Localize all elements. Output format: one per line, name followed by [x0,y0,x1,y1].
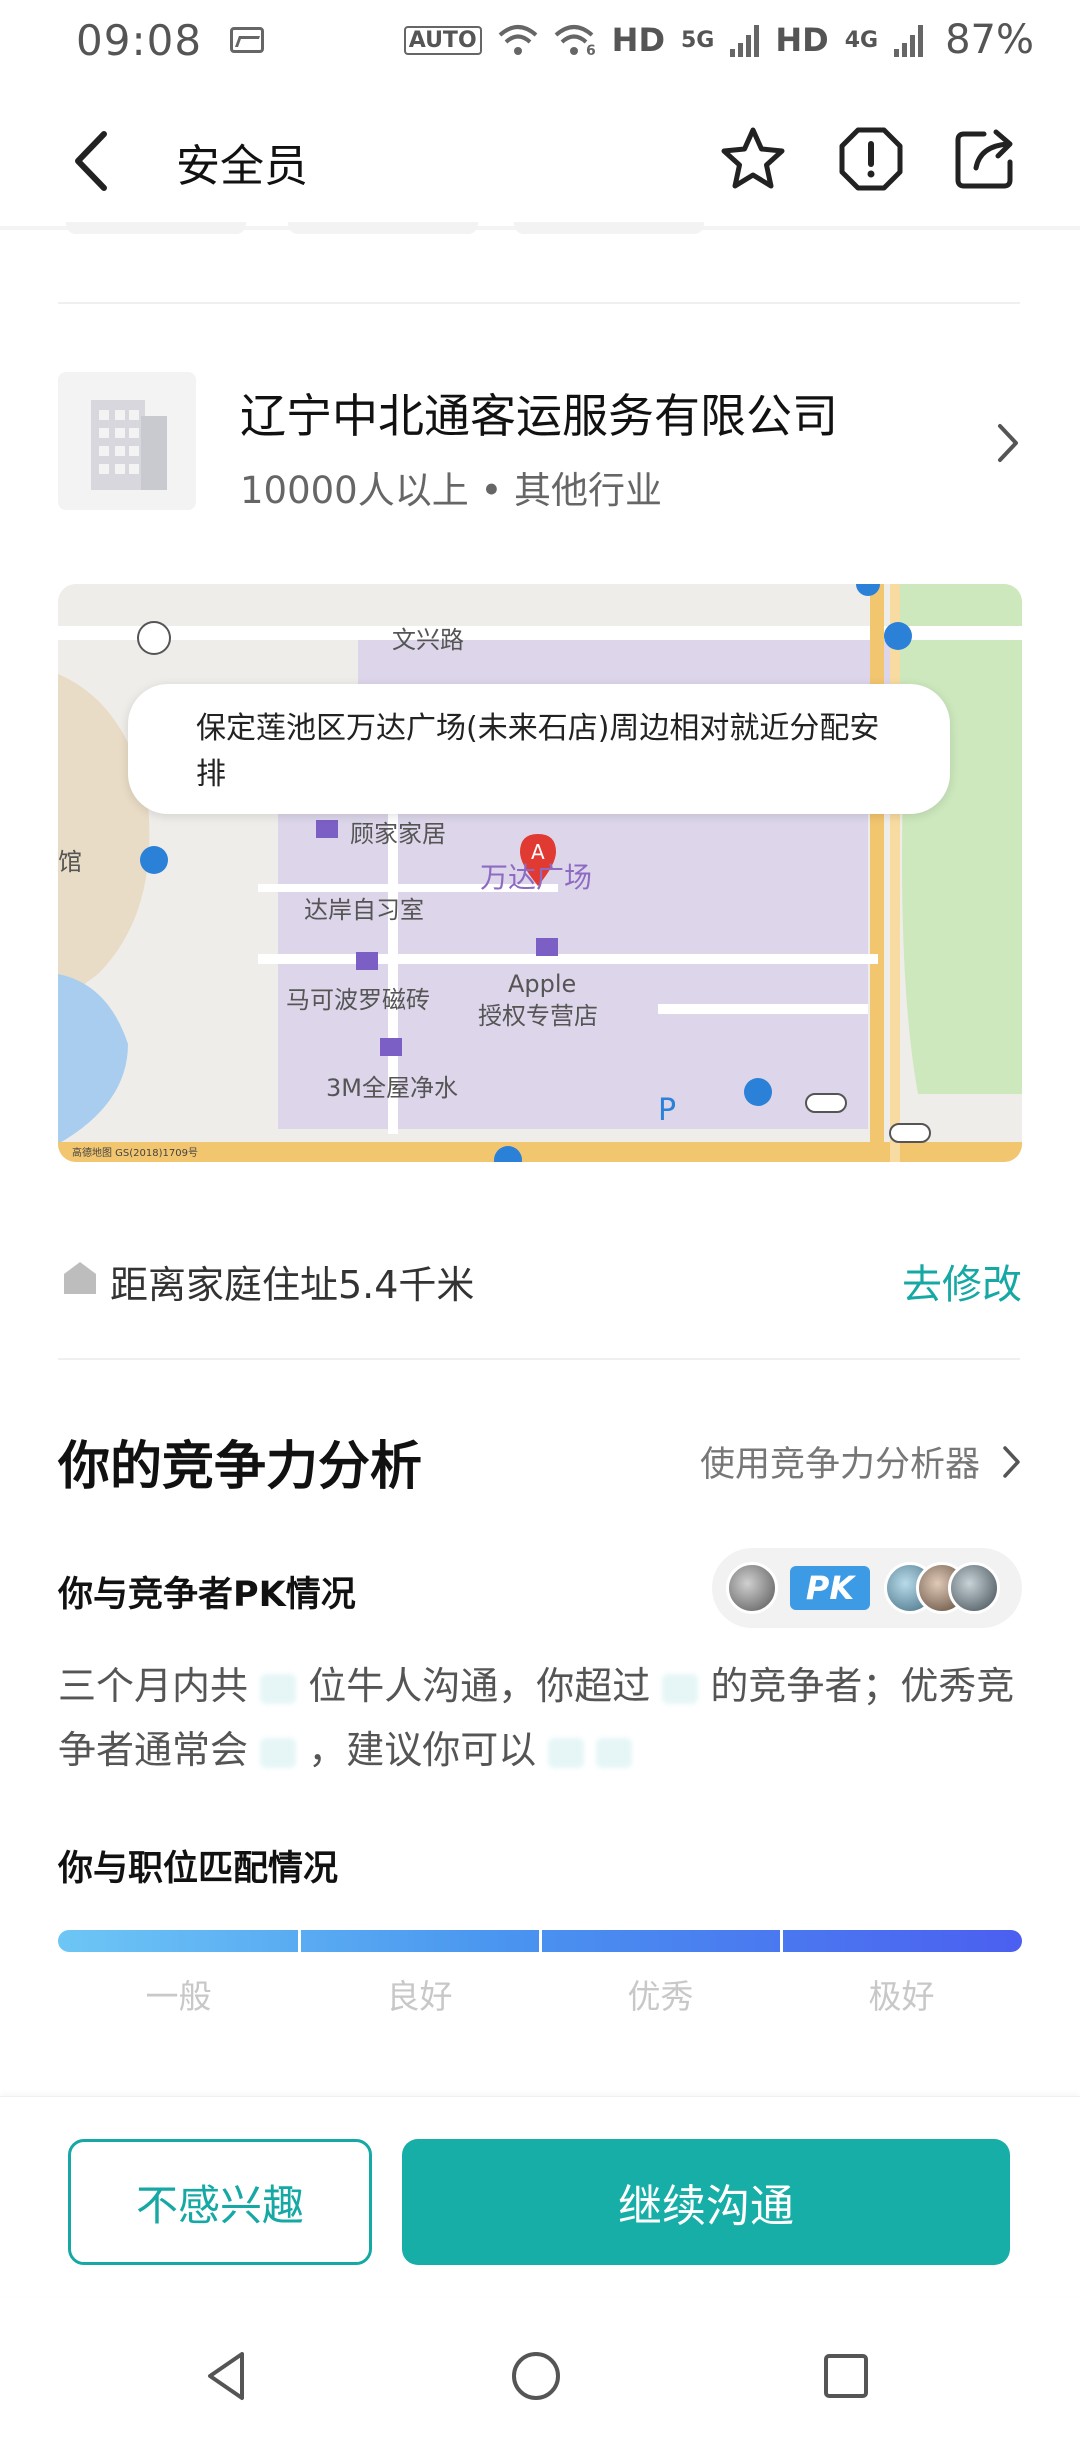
4g-indicator: 4G [844,27,879,53]
match-title: 你与职位匹配情况 [58,1849,339,1889]
5g-indicator: 5G [681,27,715,53]
section-divider-1 [58,302,1020,304]
match-level-3: 优秀 [627,1977,694,2016]
map-label-poi5b: 授权专营店 [478,1002,598,1030]
map-location-bubble: 保定莲池区万达广场(未来石店)周边相对就近分配安排 [128,684,950,814]
tag-pill-3 [514,222,704,234]
avatar [726,1562,778,1614]
nav-home-icon[interactable] [506,2346,566,2406]
svg-text:6: 6 [586,43,596,57]
match-level-bar [58,1930,1022,1952]
blurred-value [596,1737,633,1768]
map-label-poi2: 万达广场 [480,861,593,894]
signal-2-icon [894,23,924,57]
tag-pill-1 [66,222,246,234]
signal-1-icon [730,23,760,57]
chevron-right-icon [1003,1445,1020,1478]
edit-address-link[interactable]: 去修改 [902,1252,1022,1310]
not-interested-button[interactable]: 不感兴趣 [68,2139,372,2265]
pk-tag: PK [790,1566,870,1610]
distance-row: 距离家庭住址5.4千米 去修改 [58,1248,1022,1308]
distance-text: 距离家庭住址5.4千米 [110,1263,475,1307]
report-warning-icon[interactable] [836,124,906,194]
match-level-4: 极好 [868,1977,935,2016]
wifi-6-icon: 6 [554,25,596,57]
tag-pill-2 [288,222,478,234]
home-icon [64,1262,96,1294]
system-nav-bar [0,2300,1080,2448]
pk-text-part-2: 位牛人沟通，你超过 [308,1664,651,1708]
match-level-1: 一般 [145,1977,212,2016]
location-map[interactable]: P A 文兴路 馆 顾家家居 万达广场 达岸自习室 马可波罗磁砖 Apple 授… [58,584,1022,1162]
company-meta: 10000人以上 • 其他行业 [240,469,663,512]
wifi-icon [498,25,537,55]
bottom-action-bar: 不感兴趣 继续沟通 [0,2096,1080,2296]
battery-level: 87% [945,17,1034,63]
match-level-labels: 一般 良好 优秀 极好 [58,1970,1022,2020]
nav-recents-icon[interactable] [816,2346,876,2406]
pk-summary-text: 三个月内共 位牛人沟通，你超过 的竞争者；优秀竞争者通常会 ，建议你可以 [58,1654,1022,1782]
status-bar: 09:08 AUTO 6 HD 5G HD 4G 87% [0,0,1080,80]
competitiveness-title: 你的竞争力分析 [58,1437,423,1497]
map-label-poi3: 达岸自习室 [304,896,424,924]
avatar [948,1562,1000,1614]
blurred-value [260,1673,297,1704]
share-icon[interactable] [950,124,1020,194]
chevron-right-icon [998,424,1018,462]
image-notification-icon [230,27,265,53]
pk-badge[interactable]: PK [712,1548,1022,1628]
hd-indicator-2: HD [775,21,829,59]
map-label-poi1: 顾家家居 [350,820,446,848]
blurred-value [260,1737,297,1768]
match-bar-separator [539,1930,542,1952]
status-time: 09:08 [76,15,203,65]
map-label-poi6: 3M全屋净水 [326,1074,458,1102]
map-label-poi5: Apple [508,970,577,998]
company-name: 辽宁中北通客运服务有限公司 [240,389,838,443]
analyzer-link-label: 使用竞争力分析器 [699,1445,980,1485]
map-label-road: 文兴路 [392,626,464,654]
match-bar-separator [298,1930,301,1952]
blurred-value [548,1737,585,1768]
back-arrow-icon[interactable] [62,126,122,196]
map-label-poi4: 马可波罗磁砖 [286,986,430,1014]
company-card[interactable]: 辽宁中北通客运服务有限公司 10000人以上 • 其他行业 [58,372,1022,512]
auto-hz-indicator: AUTO [403,25,482,55]
top-app-bar: 安全员 [0,100,1080,220]
pk-title: 你与竞争者PK情况 [58,1575,356,1615]
match-level-2: 良好 [386,1977,453,2016]
svg-text:P: P [658,1093,676,1128]
analyzer-link[interactable]: 使用竞争力分析器 [700,1436,1022,1487]
page-title: 安全员 [176,141,308,192]
status-indicators: AUTO 6 HD 5G HD 4G 87% [403,17,1034,63]
map-label-left-edge: 馆 [58,848,82,876]
blurred-value [662,1673,699,1704]
company-logo-icon [58,372,196,510]
nav-back-icon[interactable] [196,2346,256,2406]
map-copyright: 高德地图 GS(2018)1709号 [72,1148,198,1159]
hd-indicator-1: HD [611,21,665,59]
pk-text-part-4: ，建议你可以 [308,1728,537,1772]
pk-text-part-1: 三个月内共 [58,1664,249,1708]
section-divider-2 [58,1358,1020,1360]
match-bar-separator [780,1930,783,1952]
continue-chat-button[interactable]: 继续沟通 [402,2139,1010,2265]
star-icon[interactable] [718,124,788,194]
